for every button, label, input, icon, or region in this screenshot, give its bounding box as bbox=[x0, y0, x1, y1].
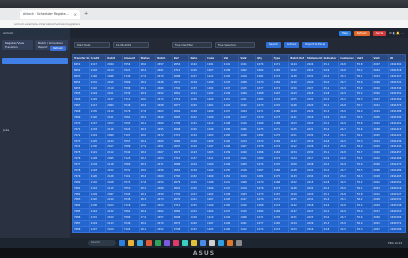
browser-tab-title: Airlock · Scheduler Registe... bbox=[23, 12, 69, 16]
photo-edge bbox=[0, 0, 408, 8]
column-header[interactable]: Amount bbox=[121, 54, 140, 62]
browser-tab[interactable]: Airlock · Scheduler Registe... × bbox=[20, 9, 80, 19]
taskbar: Search ENG 10:24 bbox=[0, 238, 408, 248]
column-header[interactable]: Val3 bbox=[354, 54, 373, 62]
app-window: Airlock Register/View Transfers Batch / … bbox=[0, 28, 408, 238]
taskbar-app-icon[interactable] bbox=[119, 240, 125, 246]
table-cell[interactable]: 2007 bbox=[371, 225, 390, 233]
refresh-button[interactable]: Refresh bbox=[50, 46, 66, 51]
table-cell[interactable]: 18.1 bbox=[138, 225, 157, 233]
table-cell[interactable]: 24.8 bbox=[321, 225, 340, 233]
taskbar-app-icon[interactable] bbox=[137, 240, 143, 246]
table-cell[interactable]: 1074 bbox=[255, 225, 273, 233]
table-row[interactable]: 7088 1127 2109 7104 18.1 2452 2708 1133 1205 1140… bbox=[72, 225, 406, 233]
refresh-top-button[interactable]: Refresh bbox=[353, 30, 370, 36]
export-button[interactable]: Export to Excel bbox=[302, 42, 329, 48]
taskbar-search[interactable]: Search bbox=[88, 240, 116, 246]
column-header[interactable]: Qty bbox=[255, 54, 273, 62]
sidebar-title: Airlock bbox=[0, 28, 70, 38]
column-header[interactable]: Val2 bbox=[238, 54, 257, 62]
identifier-field[interactable]: Free Identifier bbox=[172, 42, 212, 48]
table-cell[interactable]: 2452 bbox=[155, 225, 173, 233]
search-button[interactable]: Search bbox=[266, 42, 281, 48]
new-tab-button[interactable]: + bbox=[84, 11, 88, 17]
column-header[interactable]: Statement bbox=[304, 54, 323, 62]
data-table: Transfer No.CreditDebitAmountStatusBatch… bbox=[72, 54, 406, 233]
brand-logo: ASUS bbox=[192, 249, 216, 257]
taskbar-app-icon[interactable] bbox=[182, 240, 188, 246]
table-cell[interactable]: 1153 bbox=[288, 225, 306, 233]
data-grid: Transfer No.CreditDebitAmountStatusBatch… bbox=[72, 54, 406, 236]
table-cell[interactable]: 2708 bbox=[171, 225, 190, 233]
column-header[interactable]: Ref bbox=[171, 54, 190, 62]
column-header[interactable]: Customer bbox=[338, 54, 356, 62]
table-cell[interactable]: 24.5 bbox=[338, 225, 356, 233]
table-cell[interactable]: 2491586 bbox=[388, 225, 406, 233]
help-button[interactable]: Help bbox=[338, 30, 351, 36]
address-bar[interactable]: airlock.example.internal/scheduler/regis… bbox=[0, 20, 408, 28]
sidebar-label: Jobs bbox=[3, 128, 10, 132]
taskbar-app-icon[interactable] bbox=[128, 240, 134, 246]
taskbar-icons bbox=[119, 240, 242, 246]
taskbar-app-icon[interactable] bbox=[191, 240, 197, 246]
table-header-row: Transfer No.CreditDebitAmountStatusBatch… bbox=[72, 54, 406, 62]
settings-icon[interactable]: ⚙ ◐ 🔔 ⋯ bbox=[389, 31, 404, 35]
column-header[interactable]: ID bbox=[388, 54, 406, 62]
browser-tab-strip: Airlock · Scheduler Registe... × + bbox=[0, 8, 408, 20]
table-cell[interactable]: 2216 bbox=[304, 225, 323, 233]
taskbar-app-icon[interactable] bbox=[227, 240, 233, 246]
monitor-bezel: ASUS bbox=[0, 248, 408, 258]
table-cell[interactable]: 1412 bbox=[238, 225, 257, 233]
start-date-field[interactable]: Start Date bbox=[74, 42, 110, 48]
date-input[interactable]: 10-06-2019 bbox=[113, 42, 149, 48]
taskbar-app-icon[interactable] bbox=[236, 240, 242, 246]
taskbar-app-icon[interactable] bbox=[218, 240, 224, 246]
table-cell[interactable]: 55.3 bbox=[354, 225, 373, 233]
filter-toolbar: Start Date 10-06-2019 Free Identifier Fr… bbox=[70, 40, 408, 50]
column-header[interactable]: Val bbox=[221, 54, 240, 62]
table-cell[interactable]: 1133 bbox=[188, 225, 207, 233]
column-header[interactable]: Date bbox=[188, 54, 207, 62]
taskbar-app-icon[interactable] bbox=[146, 240, 152, 246]
table-cell[interactable]: 1172 bbox=[271, 225, 290, 233]
actions-button[interactable]: Actions bbox=[283, 42, 300, 48]
table-cell[interactable]: 7104 bbox=[121, 225, 140, 233]
taskbar-app-icon[interactable] bbox=[209, 240, 215, 246]
table-cell[interactable]: 2109 bbox=[105, 225, 123, 233]
alerts-button[interactable]: Alerts bbox=[372, 30, 387, 36]
sidebar-item-selected[interactable] bbox=[2, 58, 68, 64]
column-header[interactable]: Debit bbox=[105, 54, 123, 62]
column-header[interactable]: Indicator bbox=[321, 54, 340, 62]
taskbar-app-icon[interactable] bbox=[173, 240, 179, 246]
table-cell[interactable]: 1127 bbox=[88, 225, 107, 233]
taskbar-app-icon[interactable] bbox=[155, 240, 161, 246]
taskbar-app-icon[interactable] bbox=[200, 240, 206, 246]
selection-field[interactable]: Free Selection bbox=[215, 42, 255, 48]
column-header[interactable]: Batch Ref bbox=[288, 54, 306, 62]
sidebar-tab-transfers[interactable]: Register/View Transfers bbox=[2, 40, 34, 50]
column-header[interactable]: Transfer No. bbox=[72, 54, 90, 62]
top-bar: Help Refresh Alerts ⚙ ◐ 🔔 ⋯ bbox=[70, 28, 408, 38]
column-header[interactable]: Batch bbox=[155, 54, 173, 62]
sidebar: Airlock Register/View Transfers Batch / … bbox=[0, 28, 70, 238]
table-cell[interactable]: 1140 bbox=[221, 225, 240, 233]
column-header[interactable]: Type bbox=[271, 54, 290, 62]
column-header[interactable]: Status bbox=[138, 54, 157, 62]
table-cell[interactable]: 7088 bbox=[72, 225, 90, 233]
column-header[interactable]: Code bbox=[205, 54, 223, 62]
taskbar-app-icon[interactable] bbox=[164, 240, 170, 246]
column-header[interactable]: Credit bbox=[88, 54, 107, 62]
system-tray[interactable]: ENG 10:24 bbox=[388, 238, 402, 248]
column-header[interactable]: Val4 bbox=[371, 54, 390, 62]
close-icon[interactable]: × bbox=[74, 12, 77, 17]
table-cell[interactable]: 1205 bbox=[205, 225, 223, 233]
